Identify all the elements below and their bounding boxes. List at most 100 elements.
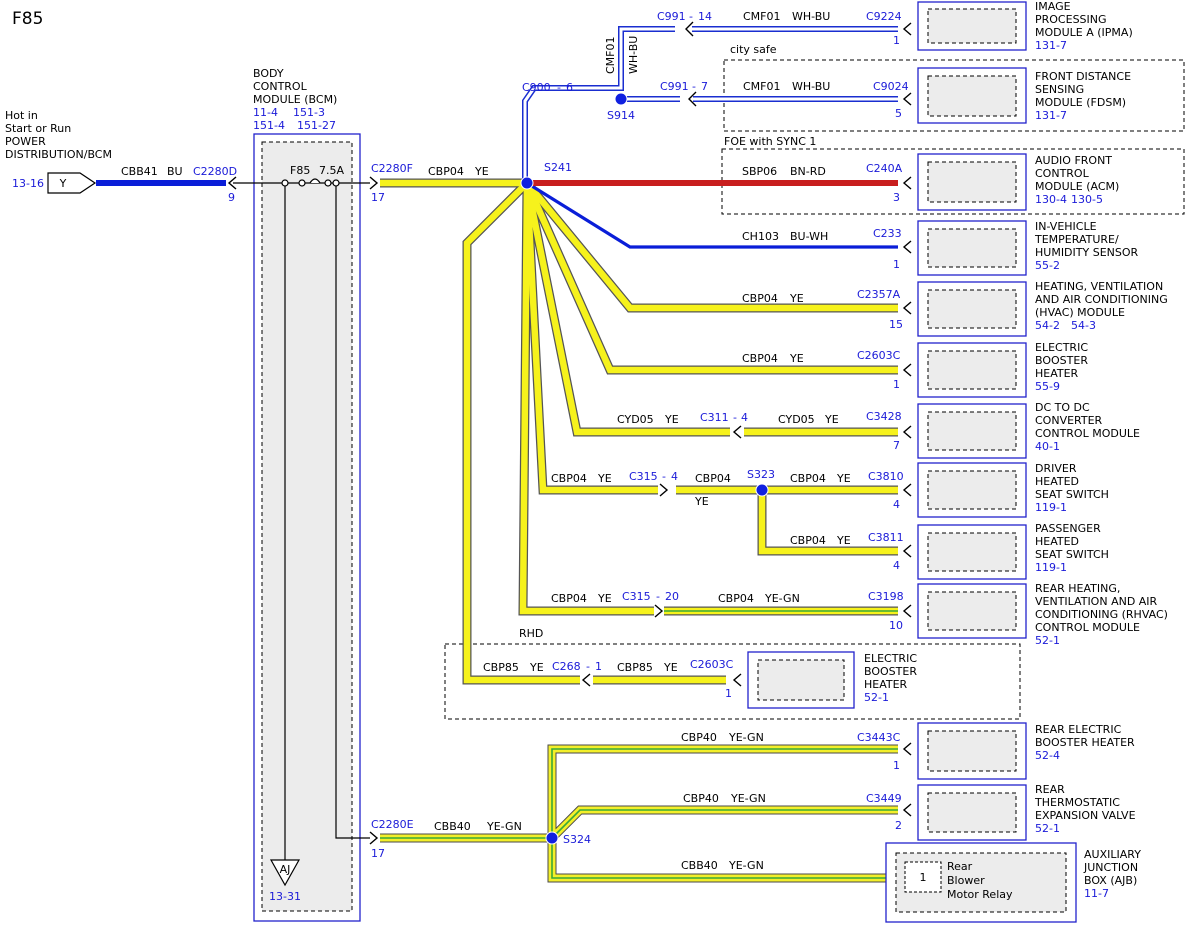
fdsm-pin: 5 [895,107,902,120]
ipma-inline-dash: - [689,10,693,23]
ebh-rhd-connector[interactable]: C2603C [690,658,734,671]
ye-gn-harness[interactable] [380,744,898,883]
dhss-ref[interactable]: 119-1 [1035,501,1067,514]
c2280e-label[interactable]: C2280E [371,818,414,831]
ebh-ref[interactable]: 55-9 [1035,380,1060,393]
bcm-ref-2[interactable]: 151-3 [293,106,325,119]
wire-ch103[interactable] [526,181,898,249]
splice-s241[interactable] [520,176,534,190]
dcdc-module[interactable] [917,403,1027,459]
ajb-ref[interactable]: 11-7 [1084,887,1109,900]
hvac-connector[interactable]: C2357A [857,288,901,301]
rebh-ref[interactable]: 52-4 [1035,749,1060,762]
dhss-connector[interactable]: C3810 [868,470,904,483]
c2280d-pin: 9 [228,191,235,204]
acm-module[interactable] [917,153,1027,211]
hvac-ref-1[interactable]: 54-2 [1035,319,1060,332]
phss-ref[interactable]: 119-1 [1035,561,1067,574]
rtxv-circuit: CBP40 [683,792,719,805]
hvac-label-2: AND AIR CONDITIONING [1035,293,1168,306]
phss-color: YE [836,534,851,547]
acm-ref-2[interactable]: 130-5 [1071,193,1103,206]
rebh-module[interactable] [917,722,1027,780]
rhvac-ref[interactable]: 52-1 [1035,634,1060,647]
bcm-ref-3[interactable]: 151-4 [253,119,285,132]
arrow-c991-14 [685,21,694,37]
ebh-connector[interactable]: C2603C [857,349,901,362]
dcdc-label-3: CONTROL MODULE [1035,427,1140,440]
acm-connector[interactable]: C240A [866,162,903,175]
s323-label[interactable]: S323 [747,468,775,481]
fdsm-inline-dash: - [692,80,696,93]
source-ref[interactable]: 13-16 [12,177,44,190]
splice-s324[interactable] [545,831,559,845]
ebh-rhd-inline[interactable]: C268 [552,660,581,673]
ipma-inline[interactable]: C991 [657,10,686,23]
bcm-ref-4[interactable]: 151-27 [297,119,336,132]
dhss-module[interactable] [917,462,1027,518]
dhss-inline[interactable]: C315 [629,470,658,483]
ajb-inner-pin: 1 [920,871,927,884]
ebh-rhd-ref[interactable]: 52-1 [864,691,889,704]
temp-ref[interactable]: 55-2 [1035,259,1060,272]
rebh-connector[interactable]: C3443C [857,731,901,744]
ebh-module[interactable] [917,342,1027,398]
rhvac-inline[interactable]: C315 [622,590,651,603]
rtxv-module[interactable] [917,784,1027,841]
arrow-c2357a [902,301,912,315]
acm-ref-1[interactable]: 130-4 [1035,193,1067,206]
rhvac-module[interactable] [917,583,1027,639]
temp-label-1: IN-VEHICLE [1035,220,1097,233]
fdsm-inline[interactable]: C991 [660,80,689,93]
bcm-inner [261,141,353,912]
source-line-2: Start or Run [5,122,71,135]
phss-connector[interactable]: C3811 [868,531,904,544]
ipma-ref[interactable]: 131-7 [1035,39,1067,52]
c900-label[interactable]: C900 [522,81,551,94]
s324-label[interactable]: S324 [563,833,591,846]
ipma-connector[interactable]: C9224 [866,10,902,23]
dcdc-inline[interactable]: C311 [700,411,729,424]
bcm-ref-1[interactable]: 11-4 [253,106,278,119]
dcdc-connector[interactable]: C3428 [866,410,902,423]
fdsm-ref[interactable]: 131-7 [1035,109,1067,122]
bcm-label-1: BODY [253,67,284,80]
acm-pin: 3 [893,191,900,204]
phss-module[interactable] [917,524,1027,580]
s914-label[interactable]: S914 [607,109,635,122]
ye-harness-fill[interactable] [380,179,898,684]
source-symbol: Y [59,177,67,190]
rtxv-connector[interactable]: C3449 [866,792,902,805]
c2280d-label[interactable]: C2280D [193,165,237,178]
splice-s323[interactable] [755,483,769,497]
bcm-module[interactable] [253,133,361,922]
arrow-c233 [902,240,912,254]
fdsm-label-3: MODULE (FDSM) [1035,96,1126,109]
cbb41-color: BU [167,165,183,178]
hvac-module[interactable] [917,281,1027,337]
dhss-left-color: YE [597,472,612,485]
fdsm-module[interactable] [917,67,1027,124]
ebh-rhd-module[interactable] [747,651,855,709]
temp-sensor-module[interactable] [917,220,1027,276]
dcdc-ref[interactable]: 40-1 [1035,440,1060,453]
phss-label-1: PASSENGER [1035,522,1101,535]
hvac-ref-2[interactable]: 54-3 [1071,319,1096,332]
arrow-c9024 [902,92,912,106]
c2280f-label[interactable]: C2280F [371,162,413,175]
temp-connector[interactable]: C233 [873,227,902,240]
acm-color: BN-RD [790,165,826,178]
ebh-rhd-color: YE [663,661,678,674]
shielded-wires[interactable] [522,26,898,183]
dhss-mid-circuit: CBP04 [695,472,731,485]
rtxv-ref[interactable]: 52-1 [1035,822,1060,835]
phss-circuit: CBP04 [790,534,826,547]
arrow-c2603c [902,363,912,377]
splice-s914[interactable] [614,92,628,106]
dcdc-inline-dash: - [733,411,737,424]
ground-ref[interactable]: 13-31 [269,890,301,903]
ipma-module[interactable] [917,1,1027,51]
fdsm-connector[interactable]: C9024 [873,80,909,93]
s241-label[interactable]: S241 [544,161,572,174]
rhvac-connector[interactable]: C3198 [868,590,904,603]
